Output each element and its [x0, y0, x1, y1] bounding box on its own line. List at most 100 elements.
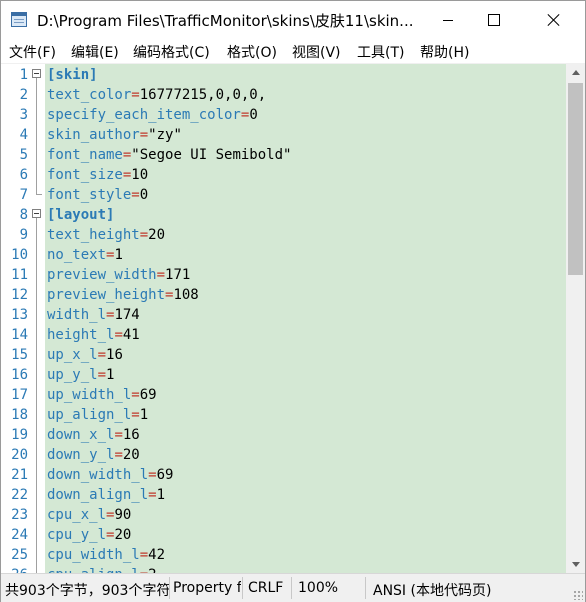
code-line[interactable]: 13 width_l=174 — [1, 305, 566, 325]
property-value: 20 — [114, 527, 132, 543]
scroll-down-button[interactable] — [566, 556, 585, 573]
vertical-scrollbar[interactable] — [566, 64, 585, 573]
menu-file[interactable]: 文件(F) — [9, 42, 56, 62]
equals-sign: = — [139, 547, 149, 563]
property-value: 16 — [122, 427, 140, 443]
code-line[interactable]: 18 up_align_l=1 — [1, 405, 566, 425]
property-key: down_width_l — [47, 467, 149, 483]
editor-window: D:\Program Files\TrafficMonitor\skins\皮肤… — [0, 0, 586, 602]
code-line[interactable]: 19 down_x_l=16 — [1, 425, 566, 445]
code-text: preview_height=108 — [47, 285, 199, 305]
code-line[interactable]: 3 specify_each_item_color=0 — [1, 105, 566, 125]
property-value: 174 — [114, 307, 140, 323]
property-key: cpu_x_l — [47, 507, 107, 523]
property-key: width_l — [47, 307, 107, 323]
resize-grip-icon[interactable] — [573, 590, 583, 600]
equals-sign: = — [156, 267, 166, 283]
code-line[interactable]: 20 down_y_l=20 — [1, 445, 566, 465]
line-number: 17 — [11, 387, 28, 403]
property-key: text_height — [47, 227, 140, 243]
code-line[interactable]: 9 text_height=20 — [1, 225, 566, 245]
code-line[interactable]: 11 preview_width=171 — [1, 265, 566, 285]
menu-encoding[interactable]: 编码格式(C) — [133, 42, 210, 62]
code-line[interactable]: 1 [skin] — [1, 65, 566, 85]
maximize-button[interactable] — [471, 1, 517, 39]
line-number: 23 — [11, 507, 28, 523]
property-key: font_name — [47, 147, 123, 163]
notepad-app-icon[interactable] — [11, 12, 27, 27]
equals-sign: = — [97, 367, 107, 383]
line-number: 7 — [19, 187, 28, 203]
equals-sign: = — [114, 447, 123, 463]
code-line[interactable]: 26 cpu_align_l=2 — [1, 565, 566, 573]
property-key: no_text — [47, 247, 107, 263]
line-number: 20 — [11, 447, 28, 463]
equals-sign: = — [131, 407, 140, 423]
code-line[interactable]: 5 font_name="Segoe UI Semibold" — [1, 145, 566, 165]
status-zoom[interactable]: 100% — [298, 580, 338, 596]
menu-view[interactable]: 视图(V) — [292, 42, 341, 62]
code-line[interactable]: 8 [layout] — [1, 205, 566, 225]
code-line[interactable]: 4 skin_author="zy" — [1, 125, 566, 145]
title-bar[interactable]: D:\Program Files\TrafficMonitor\skins\皮肤… — [1, 1, 585, 39]
scroll-up-button[interactable] — [566, 64, 585, 81]
line-number: 1 — [19, 67, 28, 83]
property-key: down_y_l — [47, 447, 115, 463]
menu-edit[interactable]: 编辑(E) — [71, 42, 119, 62]
status-char-count: 共903个字节，903个字符 — [5, 583, 169, 599]
status-encoding[interactable]: ANSI (本地代码页) — [373, 580, 491, 600]
window-title: D:\Program Files\TrafficMonitor\skins\皮肤… — [37, 12, 414, 30]
code-text: skin_author="zy" — [47, 125, 182, 145]
menu-help[interactable]: 帮助(H) — [420, 42, 469, 62]
code-text: down_x_l=16 — [47, 425, 140, 445]
code-text: up_y_l=1 — [47, 365, 114, 385]
code-text: preview_width=171 — [47, 265, 190, 285]
code-line[interactable]: 10 no_text=1 — [1, 245, 566, 265]
code-line[interactable]: 7 font_style=0 — [1, 185, 566, 205]
property-value: 0 — [249, 107, 258, 123]
close-button[interactable] — [531, 1, 577, 39]
code-line[interactable]: 22 down_align_l=1 — [1, 485, 566, 505]
status-eol[interactable]: CRLF — [248, 580, 283, 596]
code-text: down_align_l=1 — [47, 485, 165, 505]
menu-bar: 文件(F) 编辑(E) 编码格式(C) 格式(O) 视图(V) 工具(T) 帮助… — [1, 39, 585, 64]
line-number: 16 — [11, 367, 28, 383]
code-line[interactable]: 12 preview_height=108 — [1, 285, 566, 305]
property-key: font_size — [47, 167, 123, 183]
property-value: 171 — [165, 267, 191, 283]
property-key: down_x_l — [47, 427, 115, 443]
property-value: 0 — [139, 187, 149, 203]
property-key: skin_author — [47, 127, 140, 143]
code-text: font_size=10 — [47, 165, 148, 185]
text-editor[interactable]: 1 [skin] 2 text_color=16777215,0,0,0, 3 speci… — [1, 64, 566, 573]
code-line[interactable]: 16 up_y_l=1 — [1, 365, 566, 385]
code-line[interactable]: 17 up_width_l=69 — [1, 385, 566, 405]
equals-sign: = — [148, 487, 157, 503]
minimize-button[interactable] — [425, 1, 471, 39]
code-line[interactable]: 25 cpu_width_l=42 — [1, 545, 566, 565]
code-line[interactable]: 23 cpu_x_l=90 — [1, 505, 566, 525]
code-text: down_width_l=69 — [47, 465, 173, 485]
line-number: 14 — [11, 327, 28, 343]
property-value: 1 — [139, 407, 149, 423]
code-line[interactable]: 21 down_width_l=69 — [1, 465, 566, 485]
line-number: 18 — [11, 407, 28, 423]
equals-sign: = — [131, 187, 140, 203]
status-language[interactable]: Property files — [173, 580, 241, 596]
equals-sign: = — [139, 127, 149, 143]
status-bar: 共903个字节，903个字符 Property files CRLF 100% … — [1, 573, 585, 602]
code-line[interactable]: 6 font_size=10 — [1, 165, 566, 185]
code-line[interactable]: 24 cpu_y_l=20 — [1, 525, 566, 545]
property-value: 20 — [122, 447, 140, 463]
scrollbar-thumb[interactable] — [568, 83, 583, 275]
fold-toggle-icon[interactable] — [32, 209, 41, 218]
code-line[interactable]: 14 height_l=41 — [1, 325, 566, 345]
fold-toggle-icon[interactable] — [32, 69, 41, 78]
line-number: 4 — [19, 127, 28, 143]
code-text: font_style=0 — [47, 185, 148, 205]
code-line[interactable]: 15 up_x_l=16 — [1, 345, 566, 365]
menu-tools[interactable]: 工具(T) — [357, 42, 404, 62]
property-key: up_align_l — [47, 407, 132, 423]
menu-format[interactable]: 格式(O) — [227, 42, 277, 62]
code-line[interactable]: 2 text_color=16777215,0,0,0, — [1, 85, 566, 105]
